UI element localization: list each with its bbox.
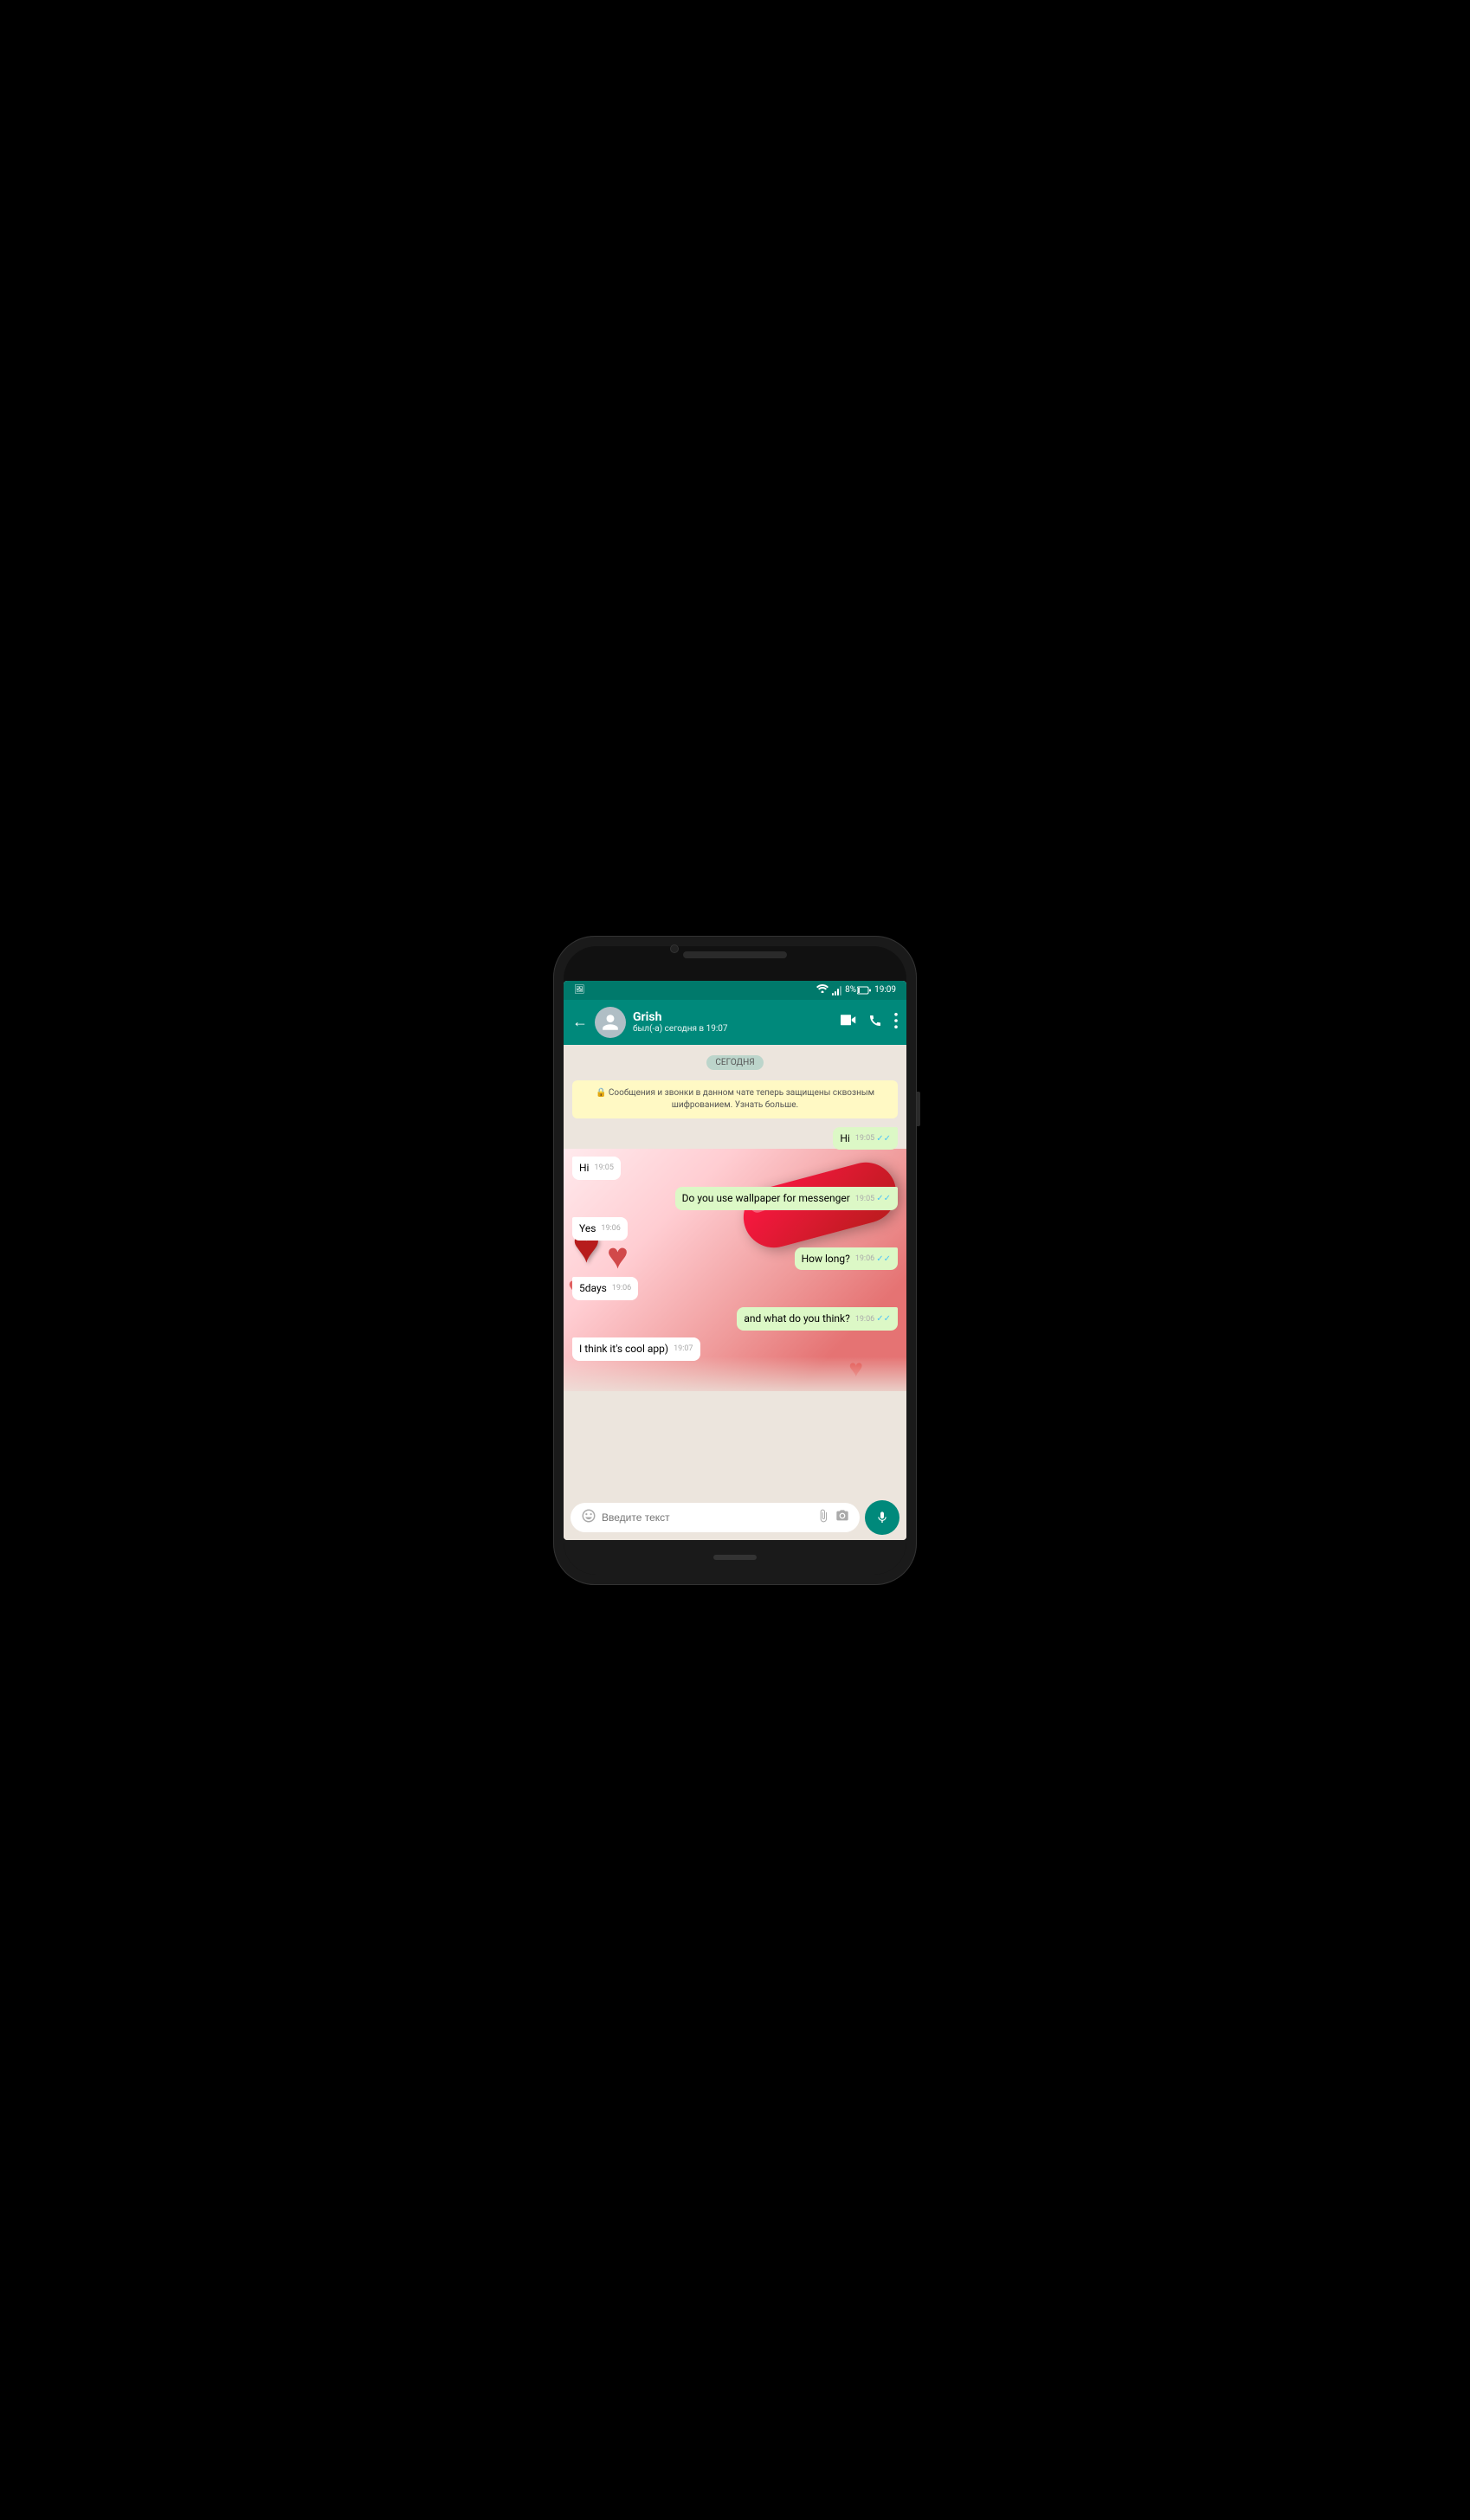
home-button[interactable] [713, 1555, 757, 1560]
message-meta: 19:05 ✓✓ [855, 1133, 891, 1145]
back-button[interactable]: ← [572, 1013, 588, 1031]
time-display: 19:09 [874, 985, 896, 995]
message-time: 19:06 [601, 1223, 620, 1234]
contact-status: был(-а) сегодня в 19:07 [633, 1024, 834, 1034]
message-meta: 19:05 [594, 1163, 613, 1174]
phone-call-button[interactable] [868, 1014, 882, 1031]
message-meta: 19:06 [612, 1283, 631, 1294]
contact-name: Grish [633, 1010, 834, 1025]
header-actions [841, 1013, 898, 1032]
message-time: 19:06 [855, 1254, 874, 1265]
front-camera [670, 944, 679, 953]
encryption-notice: 🔒 Сообщения и звонки в данном чате тепер… [572, 1080, 898, 1118]
message-meta: 19:07 [674, 1344, 693, 1355]
message-meta: 19:05 ✓✓ [855, 1193, 891, 1205]
message-text: and what do you think? [744, 1312, 849, 1324]
message-text: I think it's cool app) [579, 1343, 668, 1355]
message-meta: 19:06 ✓✓ [855, 1313, 891, 1325]
phone-screen: 🖼 8% [564, 946, 906, 1575]
message-row: Hi 19:05 [572, 1157, 898, 1180]
emoji-button[interactable] [581, 1508, 596, 1527]
message-bubble: How long? 19:06 ✓✓ [795, 1247, 898, 1271]
message-text: Do you use wallpaper for messenger [682, 1192, 850, 1204]
message-text: Yes [579, 1222, 596, 1234]
message-time: 19:07 [674, 1344, 693, 1355]
message-meta: 19:06 [601, 1223, 620, 1234]
message-time: 19:05 [855, 1133, 874, 1144]
read-ticks: ✓✓ [876, 1313, 891, 1325]
video-call-button[interactable] [841, 1014, 856, 1030]
message-row: Hi 19:05 ✓✓ [572, 1127, 898, 1150]
attach-button[interactable] [816, 1509, 830, 1526]
volume-button [917, 1092, 920, 1126]
message-bubble: Hi 19:05 [572, 1157, 621, 1180]
input-area [564, 1495, 906, 1540]
message-row: 5days 19:06 [572, 1277, 898, 1300]
message-text: Hi [579, 1162, 589, 1174]
message-row: Yes 19:06 [572, 1217, 898, 1241]
status-bar: 🖼 8% [564, 981, 906, 1000]
message-time: 19:06 [855, 1314, 874, 1325]
read-ticks: ✓✓ [876, 1133, 891, 1145]
camera-button[interactable] [835, 1509, 849, 1526]
text-input[interactable] [602, 1511, 811, 1524]
status-right: 8% 19:09 [816, 984, 896, 996]
message-bubble: Hi 19:05 ✓✓ [833, 1127, 898, 1150]
message-bubble: Do you use wallpaper for messenger 19:05… [675, 1187, 898, 1210]
message-bubble: 5days 19:06 [572, 1277, 638, 1300]
message-row: I think it's cool app) 19:07 [572, 1337, 898, 1361]
message-row: Do you use wallpaper for messenger 19:05… [572, 1187, 898, 1210]
notification-icon: 🖼 [574, 985, 585, 995]
speaker [683, 951, 787, 958]
message-text: 5days [579, 1282, 607, 1294]
status-left: 🖼 [574, 985, 585, 995]
message-bubble: and what do you think? 19:06 ✓✓ [737, 1307, 898, 1331]
message-bubble: Yes 19:06 [572, 1217, 628, 1241]
mic-button[interactable] [865, 1500, 899, 1535]
bottom-bar [564, 1540, 906, 1575]
battery-icon: 8% [845, 985, 871, 995]
input-box [571, 1503, 860, 1532]
message-time: 19:05 [594, 1163, 613, 1174]
date-bubble: СЕГОДНЯ [706, 1055, 763, 1070]
message-text: How long? [802, 1253, 850, 1265]
message-bubble: I think it's cool app) 19:07 [572, 1337, 700, 1361]
message-row: and what do you think? 19:06 ✓✓ [572, 1307, 898, 1331]
message-row: How long? 19:06 ✓✓ [572, 1247, 898, 1271]
app-screen: 🖼 8% [564, 981, 906, 1540]
more-options-button[interactable] [894, 1013, 898, 1032]
read-ticks: ✓✓ [876, 1254, 891, 1266]
chat-area: ♥ ♥ ♥ ♥ СЕГОДНЯ 🔒 Сообщения и звонки в д… [564, 1045, 906, 1495]
message-time: 19:05 [855, 1194, 874, 1205]
wifi-icon [816, 984, 828, 996]
signal-bars [832, 985, 841, 996]
message-meta: 19:06 ✓✓ [855, 1254, 891, 1266]
message-time: 19:06 [612, 1283, 631, 1294]
contact-info[interactable]: Grish был(-а) сегодня в 19:07 [633, 1010, 834, 1034]
chat-header: ← Grish был(-а) сегодня в 19:07 [564, 1000, 906, 1045]
avatar[interactable] [595, 1007, 626, 1038]
message-text: Hi [840, 1132, 849, 1144]
read-ticks: ✓✓ [876, 1193, 891, 1205]
phone-frame: 🖼 8% [553, 936, 917, 1585]
